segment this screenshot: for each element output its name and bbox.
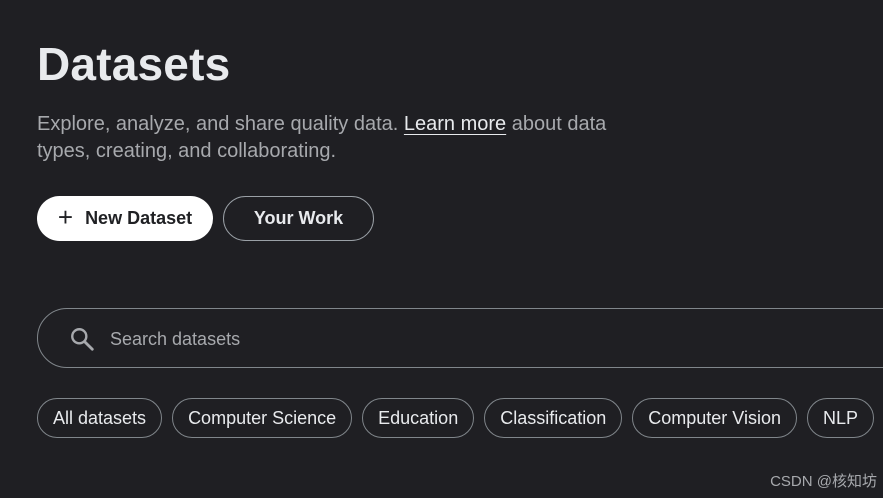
chip-nlp[interactable]: NLP (806, 398, 874, 438)
page-title: Datasets (37, 38, 231, 90)
plus-icon: + (57, 202, 74, 232)
chip-all-datasets[interactable]: All datasets (37, 398, 163, 438)
chip-education[interactable]: Education (362, 398, 475, 438)
datasets-page: Datasets Explore, analyze, and share qua… (0, 0, 883, 498)
learn-more-link[interactable]: Learn more (404, 113, 506, 135)
new-dataset-button[interactable]: + New Dataset (37, 196, 213, 241)
search-icon[interactable] (69, 326, 95, 352)
category-chip-list: All datasets Computer Science Education … (37, 398, 874, 438)
chip-computer-vision[interactable]: Computer Vision (632, 398, 797, 438)
chip-classification[interactable]: Classification (484, 398, 623, 438)
page-subtitle: Explore, analyze, and share quality data… (37, 111, 657, 165)
chip-computer-science[interactable]: Computer Science (172, 398, 353, 438)
new-dataset-label: New Dataset (85, 208, 193, 228)
subtitle-text-before: Explore, analyze, and share quality data… (37, 113, 399, 135)
search-bar[interactable] (37, 308, 883, 368)
your-work-label: Your Work (253, 208, 344, 228)
watermark: CSDN @核知坊 (770, 473, 877, 490)
your-work-button[interactable]: Your Work (223, 196, 374, 241)
search-input[interactable] (108, 323, 812, 355)
